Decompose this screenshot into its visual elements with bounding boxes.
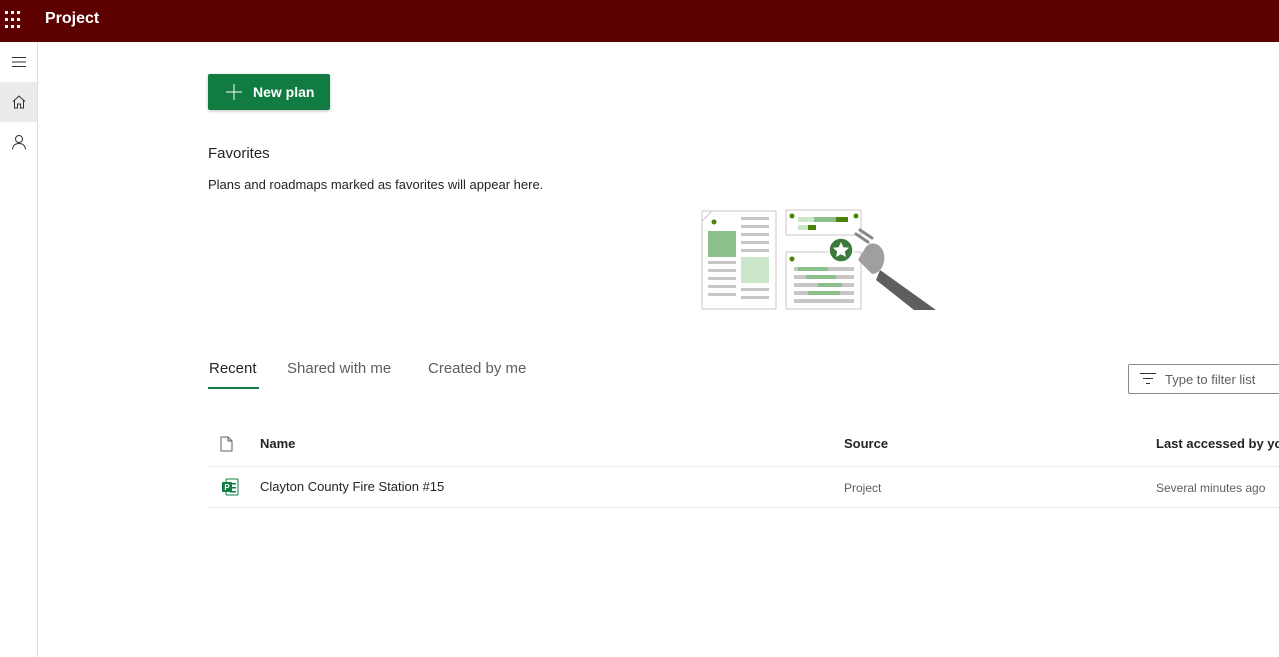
app-title[interactable]: Project bbox=[45, 10, 99, 28]
filter-box[interactable] bbox=[1128, 364, 1279, 394]
hamburger-menu-button[interactable] bbox=[0, 42, 37, 82]
row-last-accessed: Several minutes ago bbox=[1156, 481, 1266, 495]
table-row[interactable]: P Clayton County Fire Station #15 Projec… bbox=[208, 467, 1279, 507]
favorites-heading: Favorites bbox=[208, 145, 270, 162]
app-launcher-icon[interactable] bbox=[4, 10, 24, 30]
column-header-name[interactable]: Name bbox=[260, 436, 295, 451]
tab-shared-with-me[interactable]: Shared with me bbox=[287, 360, 391, 377]
filter-input[interactable] bbox=[1165, 370, 1279, 388]
tab-recent[interactable]: Recent bbox=[209, 360, 257, 377]
person-icon bbox=[11, 135, 26, 150]
column-header-last-accessed[interactable]: Last accessed by yo bbox=[1156, 436, 1279, 451]
nav-home-button[interactable] bbox=[0, 82, 37, 122]
left-nav-rail bbox=[0, 42, 38, 657]
table-row-divider bbox=[208, 507, 1279, 508]
filter-icon bbox=[1140, 373, 1156, 384]
active-tab-indicator bbox=[208, 387, 259, 389]
tab-created-by-me[interactable]: Created by me bbox=[428, 360, 526, 377]
svg-text:P: P bbox=[224, 483, 230, 492]
nav-people-button[interactable] bbox=[0, 122, 37, 162]
new-plan-label: New plan bbox=[253, 84, 315, 100]
new-plan-button[interactable]: New plan bbox=[208, 74, 330, 110]
home-icon bbox=[12, 95, 25, 109]
favorites-empty-illustration bbox=[701, 209, 936, 310]
row-source: Project bbox=[844, 481, 882, 495]
hamburger-menu-icon bbox=[11, 57, 26, 67]
column-header-source[interactable]: Source bbox=[844, 436, 888, 451]
plus-icon bbox=[226, 84, 242, 100]
top-bar: Project bbox=[0, 0, 1279, 42]
favorites-empty-message: Plans and roadmaps marked as favorites w… bbox=[208, 177, 544, 192]
file-type-column-icon bbox=[220, 436, 233, 452]
row-name[interactable]: Clayton County Fire Station #15 bbox=[260, 479, 444, 494]
project-file-icon: P bbox=[222, 478, 239, 496]
